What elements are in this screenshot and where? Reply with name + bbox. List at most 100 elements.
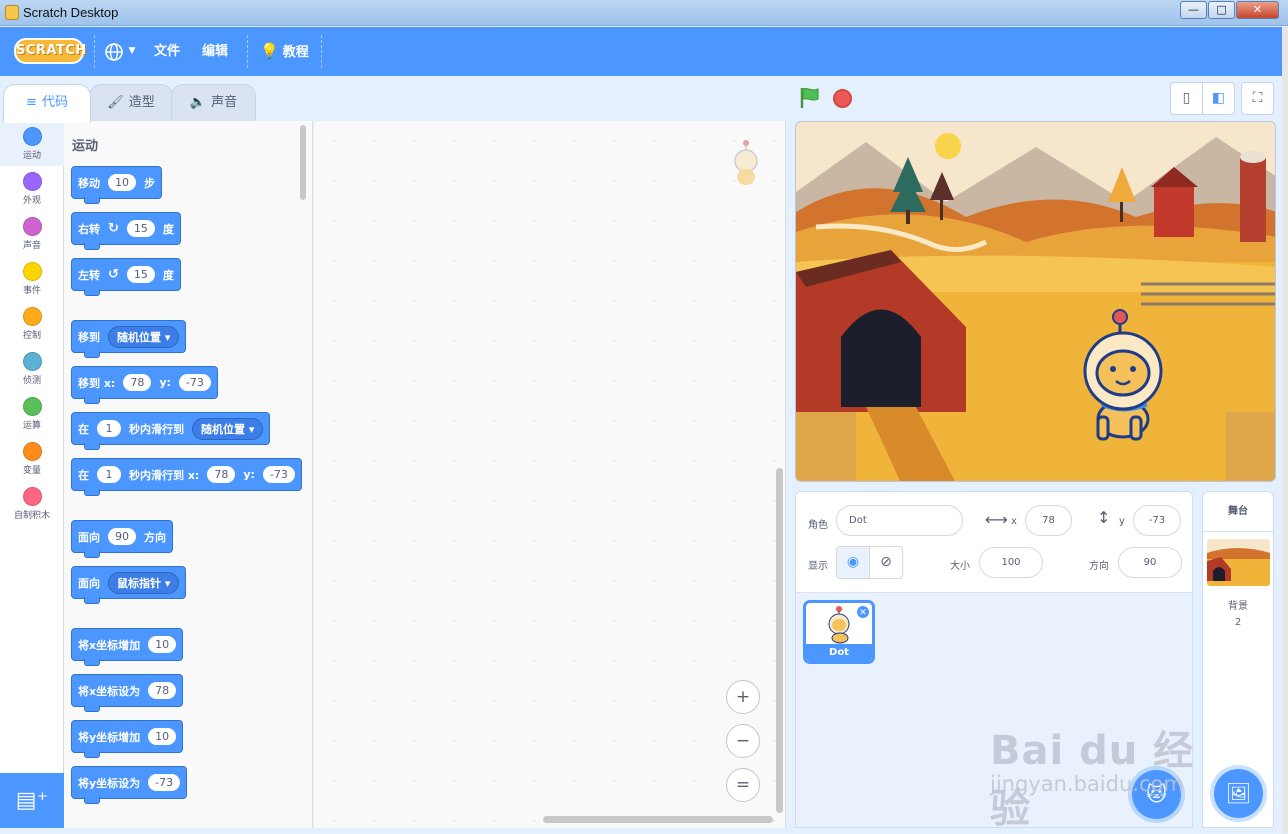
block-input[interactable]: 10 <box>148 728 177 745</box>
block-set-x[interactable]: 将x坐标设为 78 <box>71 674 184 712</box>
block-change-x[interactable]: 将x坐标增加 10 <box>71 628 184 666</box>
block-input[interactable]: 78 <box>148 682 177 699</box>
block-point-towards[interactable]: 面向 鼠标指针 ▾ <box>71 566 187 604</box>
chevron-down-icon: ▾ <box>164 330 171 344</box>
block-input[interactable]: -73 <box>262 466 295 483</box>
close-icon: ✕ <box>859 608 867 618</box>
menu-bar: SCRATCH ▼ 文件 编辑 💡 教程 <box>0 27 1282 76</box>
category-variables[interactable]: 变量 <box>0 436 64 481</box>
baidu-watermark: Bai du 经验 jingyan.baidu.com <box>985 690 1225 832</box>
category-sensing[interactable]: 侦测 <box>0 346 64 391</box>
hide-sprite-toggle[interactable]: ⊘ <box>869 546 903 579</box>
block-set-y[interactable]: 将y坐标设为 -73 <box>71 766 188 804</box>
tab-sounds[interactable]: 🔈 声音 <box>171 84 256 122</box>
workspace-horizontal-scrollbar[interactable] <box>543 816 773 823</box>
block-text: 将x坐标设为 <box>78 684 141 698</box>
minimize-button[interactable]: — <box>1180 1 1207 19</box>
small-stage-button[interactable]: ▯ <box>1170 82 1203 115</box>
green-flag-button[interactable] <box>798 86 822 116</box>
block-turn-left[interactable]: 左转 ↺ 15 度 <box>71 258 181 296</box>
stage-canvas[interactable] <box>795 121 1276 482</box>
palette-scrollbar[interactable] <box>300 125 306 200</box>
tab-code[interactable]: ≡ 代码 <box>3 84 91 123</box>
tab-costumes[interactable]: 🖌 造型 <box>89 84 173 122</box>
scratch-logo[interactable]: SCRATCH <box>14 38 86 64</box>
block-input[interactable]: 78 <box>207 466 236 483</box>
tab-code-label: 代码 <box>41 95 68 110</box>
block-turn-right[interactable]: 右转 ↻ 15 度 <box>71 212 181 250</box>
size-input[interactable]: 100 <box>979 547 1043 578</box>
block-goto-xy[interactable]: 移到 x: 78 y: -73 <box>71 366 218 404</box>
block-input[interactable]: -73 <box>148 774 181 791</box>
tab-costumes-label: 造型 <box>128 95 155 110</box>
menu-divider <box>247 35 248 68</box>
language-menu[interactable]: ▼ <box>104 27 135 76</box>
close-button[interactable]: ✕ <box>1236 1 1279 19</box>
edit-menu[interactable]: 编辑 <box>202 27 228 76</box>
block-change-y[interactable]: 将y坐标增加 10 <box>71 720 184 758</box>
category-motion[interactable]: 运动 <box>0 121 64 166</box>
category-control[interactable]: 控制 <box>0 301 64 346</box>
block-input[interactable]: -73 <box>178 374 211 391</box>
block-text: 面向 <box>78 576 100 590</box>
workspace-vertical-scrollbar[interactable] <box>776 468 783 813</box>
block-dropdown[interactable]: 随机位置 ▾ <box>192 417 264 440</box>
block-point-direction[interactable]: 面向 90 方向 <box>71 520 173 558</box>
sprite-name-label: 角色 <box>808 520 828 531</box>
block-input[interactable]: 90 <box>108 528 136 545</box>
sprite-name-input[interactable]: Dot <box>836 505 963 536</box>
category-events[interactable]: 事件 <box>0 256 64 301</box>
block-input[interactable]: 78 <box>123 374 152 391</box>
block-input[interactable]: 1 <box>97 420 121 437</box>
block-goto[interactable]: 移到 随机位置 ▾ <box>71 320 187 358</box>
zoom-in-button[interactable]: + <box>726 680 760 714</box>
block-glide-xy[interactable]: 在 1 秒内滑行到 x: 78 y: -73 <box>71 458 302 496</box>
direction-input[interactable]: 90 <box>1118 547 1182 578</box>
block-text: 右转 <box>78 222 100 236</box>
tutorials-menu[interactable]: 💡 教程 <box>260 27 309 76</box>
category-dot <box>22 307 42 326</box>
small-stage-icon: ▯ <box>1182 90 1191 106</box>
code-workspace[interactable]: + − = <box>314 121 786 828</box>
zoom-reset-button[interactable]: = <box>726 768 760 802</box>
window-scrollbar[interactable] <box>1282 27 1288 833</box>
file-menu[interactable]: 文件 <box>154 27 180 76</box>
zoom-out-button[interactable]: − <box>726 724 760 758</box>
block-input[interactable]: 1 <box>97 466 121 483</box>
block-input[interactable]: 15 <box>126 266 155 283</box>
block-glide-to[interactable]: 在 1 秒内滑行到 随机位置 ▾ <box>71 412 271 450</box>
category-label: 外观 <box>22 196 41 206</box>
show-sprite-toggle[interactable]: ◉ <box>836 546 870 579</box>
x-position-input[interactable]: 78 <box>1025 505 1072 536</box>
category-label: 运算 <box>22 421 41 431</box>
category-looks[interactable]: 外观 <box>0 166 64 211</box>
app-icon <box>5 5 19 20</box>
block-palette: 运动 移动 10 步 右转 ↻ 15 度 左转 ↺ 15 度 移到 随机位置 ▾ 移到 x: 78 y… <box>64 121 313 828</box>
category-sound[interactable]: 声音 <box>0 211 64 256</box>
add-extension-button[interactable]: ▤⁺ <box>0 773 64 828</box>
block-input[interactable]: 10 <box>148 636 177 653</box>
globe-icon <box>105 42 123 61</box>
block-input[interactable]: 10 <box>108 174 136 191</box>
dot-sprite <box>1083 309 1163 441</box>
category-operators[interactable]: 运算 <box>0 391 64 436</box>
stage-thumbnail[interactable] <box>1207 539 1270 586</box>
large-stage-button[interactable]: ◧ <box>1202 82 1235 115</box>
y-position-input[interactable]: -73 <box>1133 505 1181 536</box>
block-text: 步 <box>144 176 155 190</box>
x-label: x <box>1011 516 1017 527</box>
block-dropdown[interactable]: 随机位置 ▾ <box>108 325 180 348</box>
zoom-reset-icon: = <box>735 775 751 795</box>
sprite-thumbnail[interactable]: ✕ Dot <box>803 600 875 664</box>
extension-icon: ▤⁺ <box>15 788 49 813</box>
block-dropdown[interactable]: 鼠标指针 ▾ <box>108 571 180 594</box>
stop-button[interactable] <box>833 89 852 108</box>
block-input[interactable]: 15 <box>126 220 155 237</box>
delete-sprite-button[interactable]: ✕ <box>856 605 870 619</box>
block-text: 面向 <box>78 530 100 544</box>
block-move-steps[interactable]: 移动 10 步 <box>71 166 162 204</box>
fullscreen-button[interactable]: ⛶ <box>1241 82 1274 115</box>
category-my-blocks[interactable]: 自制积木 <box>0 481 64 526</box>
maximize-button[interactable]: □ <box>1208 1 1235 19</box>
current-sprite-watermark <box>734 140 758 185</box>
